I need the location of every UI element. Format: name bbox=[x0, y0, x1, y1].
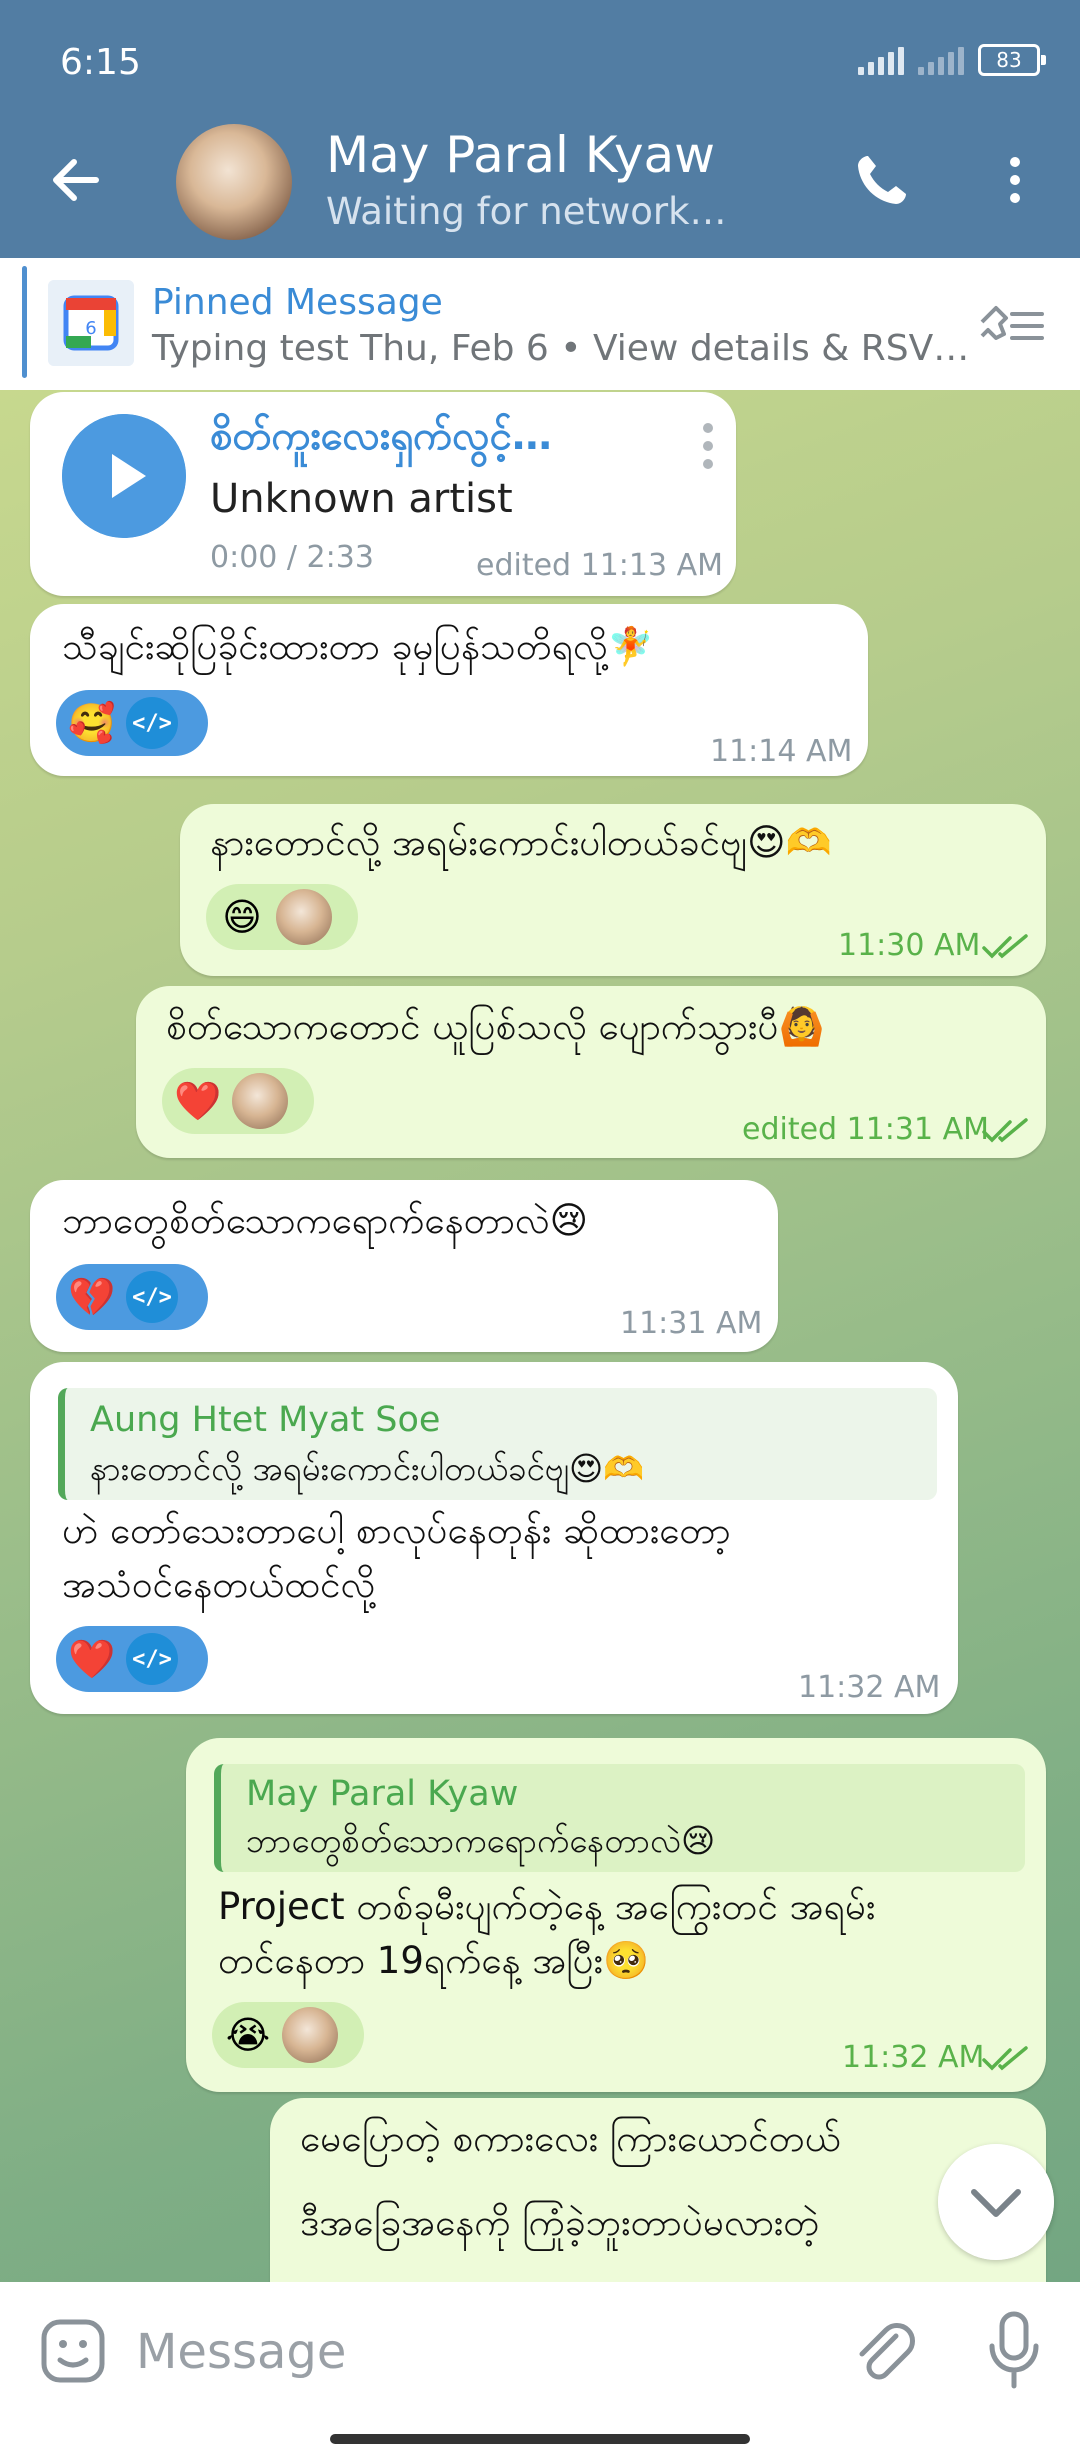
pin-list-icon[interactable] bbox=[976, 300, 1046, 350]
reaction-chip[interactable]: 😄 bbox=[206, 884, 358, 950]
message-text-line-1: မေပြောတဲ့ စကားလေး ကြားယောင်တယ် bbox=[300, 2117, 841, 2160]
more-vert-icon[interactable] bbox=[1000, 150, 1030, 210]
code-icon: </> bbox=[126, 697, 178, 749]
double-check-icon bbox=[982, 934, 1028, 959]
message-time: 11:14 AM bbox=[710, 734, 853, 769]
reaction-emoji: 💔 bbox=[68, 1274, 116, 1319]
reaction-chip[interactable]: ❤️ bbox=[162, 1068, 314, 1134]
contact-name[interactable]: May Paral Kyaw bbox=[326, 126, 715, 184]
message-text: စိတ်သောကတောင် ယူပြစ်သလို ပျောက်သွားပီ🙆 bbox=[166, 1005, 825, 1048]
message-text-line-2: အသံဝင်နေတယ်ထင်လို့ bbox=[62, 1563, 376, 1606]
message-text-line-1: ဟဲ တော်သေးတာပေါ့ စာလုပ်နေတုန်း ဆိုထားတော… bbox=[62, 1509, 731, 1552]
emoji-icon[interactable] bbox=[38, 2316, 108, 2386]
reaction-emoji: 🥰 bbox=[68, 700, 116, 745]
message-time: 11:32 AM bbox=[842, 2040, 985, 2075]
status-time: 6:15 bbox=[60, 42, 141, 83]
message-time: 11:32 AM bbox=[798, 1670, 941, 1705]
message-text-line-1: Project တစ်ခုမီးပျက်တဲ့နေ့ အကြွေးတင် အရမ… bbox=[218, 1885, 876, 1928]
message-text: ဘာတွေစိတ်သောကရောက်နေတာလဲ😢 bbox=[62, 1199, 589, 1242]
message-time: 11:31 AM bbox=[620, 1306, 763, 1341]
reaction-chip[interactable]: 💔 </> bbox=[56, 1264, 208, 1330]
calendar-thumb-icon: 6 bbox=[48, 280, 134, 366]
reaction-emoji: 😭 bbox=[225, 2013, 271, 2057]
chevron-down-icon[interactable] bbox=[938, 2144, 1054, 2260]
audio-progress: 0:00 / 2:33 bbox=[210, 540, 374, 575]
double-check-icon bbox=[982, 2046, 1028, 2071]
home-indicator[interactable] bbox=[330, 2434, 750, 2444]
reaction-emoji: ❤️ bbox=[174, 1078, 222, 1123]
avatar[interactable] bbox=[176, 124, 292, 240]
audio-artist: Unknown artist bbox=[210, 476, 513, 522]
pinned-message-bar[interactable] bbox=[0, 258, 1080, 391]
reaction-chip[interactable]: 😭 bbox=[212, 2002, 364, 2068]
message-time: 11:30 AM bbox=[838, 928, 981, 963]
pinned-indicator bbox=[22, 266, 27, 378]
reactor-avatar bbox=[282, 2007, 338, 2063]
code-icon: </> bbox=[126, 1633, 178, 1685]
reactor-avatar bbox=[232, 1073, 288, 1129]
audio-menu-icon[interactable] bbox=[700, 422, 716, 470]
quote-author: May Paral Kyaw bbox=[246, 1774, 519, 1814]
pinned-text: Typing test Thu, Feb 6 • View details & … bbox=[152, 328, 970, 369]
attach-icon[interactable] bbox=[850, 2316, 916, 2386]
message-text-line-2: တင်နေတာ 19ရက်နေ့ အပြီး🥺 bbox=[218, 1939, 650, 1982]
play-icon[interactable] bbox=[62, 414, 186, 538]
quote-text: ဘာတွေစိတ်သောကရောက်နေတာလဲ😢 bbox=[246, 1821, 716, 1860]
contact-status: Waiting for network… bbox=[326, 190, 727, 233]
audio-title: စိတ်ကူးလေးရှက်လွင့်… bbox=[210, 413, 552, 459]
reaction-emoji: 😄 bbox=[222, 895, 262, 939]
message-input[interactable] bbox=[136, 2316, 736, 2388]
message-text: သီချင်းဆိုပြခိုင်းထားတာ ခုမှပြန်သတိရလို့… bbox=[62, 625, 654, 668]
signal-icon bbox=[858, 45, 904, 75]
reaction-emoji: ❤️ bbox=[68, 1636, 116, 1681]
reaction-chip[interactable]: 🥰 </> bbox=[56, 690, 208, 756]
message-text: နားတောင်လို့ အရမ်းကောင်းပါတယ်ခင်ဗျ😍🫶 bbox=[210, 821, 832, 864]
code-icon: </> bbox=[126, 1271, 178, 1323]
phone-icon[interactable] bbox=[852, 150, 912, 210]
quote-author: Aung Htet Myat Soe bbox=[90, 1400, 441, 1440]
mic-icon[interactable] bbox=[986, 2310, 1042, 2390]
quote-text: နားတောင်လို့ အရမ်းကောင်းပါတယ်ခင်ဗျ😍🫶 bbox=[90, 1449, 645, 1488]
battery-icon: 83 bbox=[978, 44, 1046, 76]
reactor-avatar bbox=[276, 889, 332, 945]
message-text-line-2: ဒီအခြေအနေကို ကြုံခဲ့ဘူးတာပဲမလားတဲ့ bbox=[300, 2201, 820, 2244]
status-icons: 83 bbox=[858, 44, 1046, 76]
message-time: edited 11:31 AM bbox=[742, 1112, 990, 1147]
pinned-title: Pinned Message bbox=[152, 282, 443, 323]
reaction-chip[interactable]: ❤️ </> bbox=[56, 1626, 208, 1692]
signal-2-icon bbox=[918, 45, 964, 75]
svg-text:6: 6 bbox=[85, 318, 96, 339]
double-check-icon bbox=[982, 1118, 1028, 1143]
message-time: edited 11:13 AM bbox=[476, 548, 724, 583]
back-arrow-icon[interactable] bbox=[46, 150, 106, 210]
